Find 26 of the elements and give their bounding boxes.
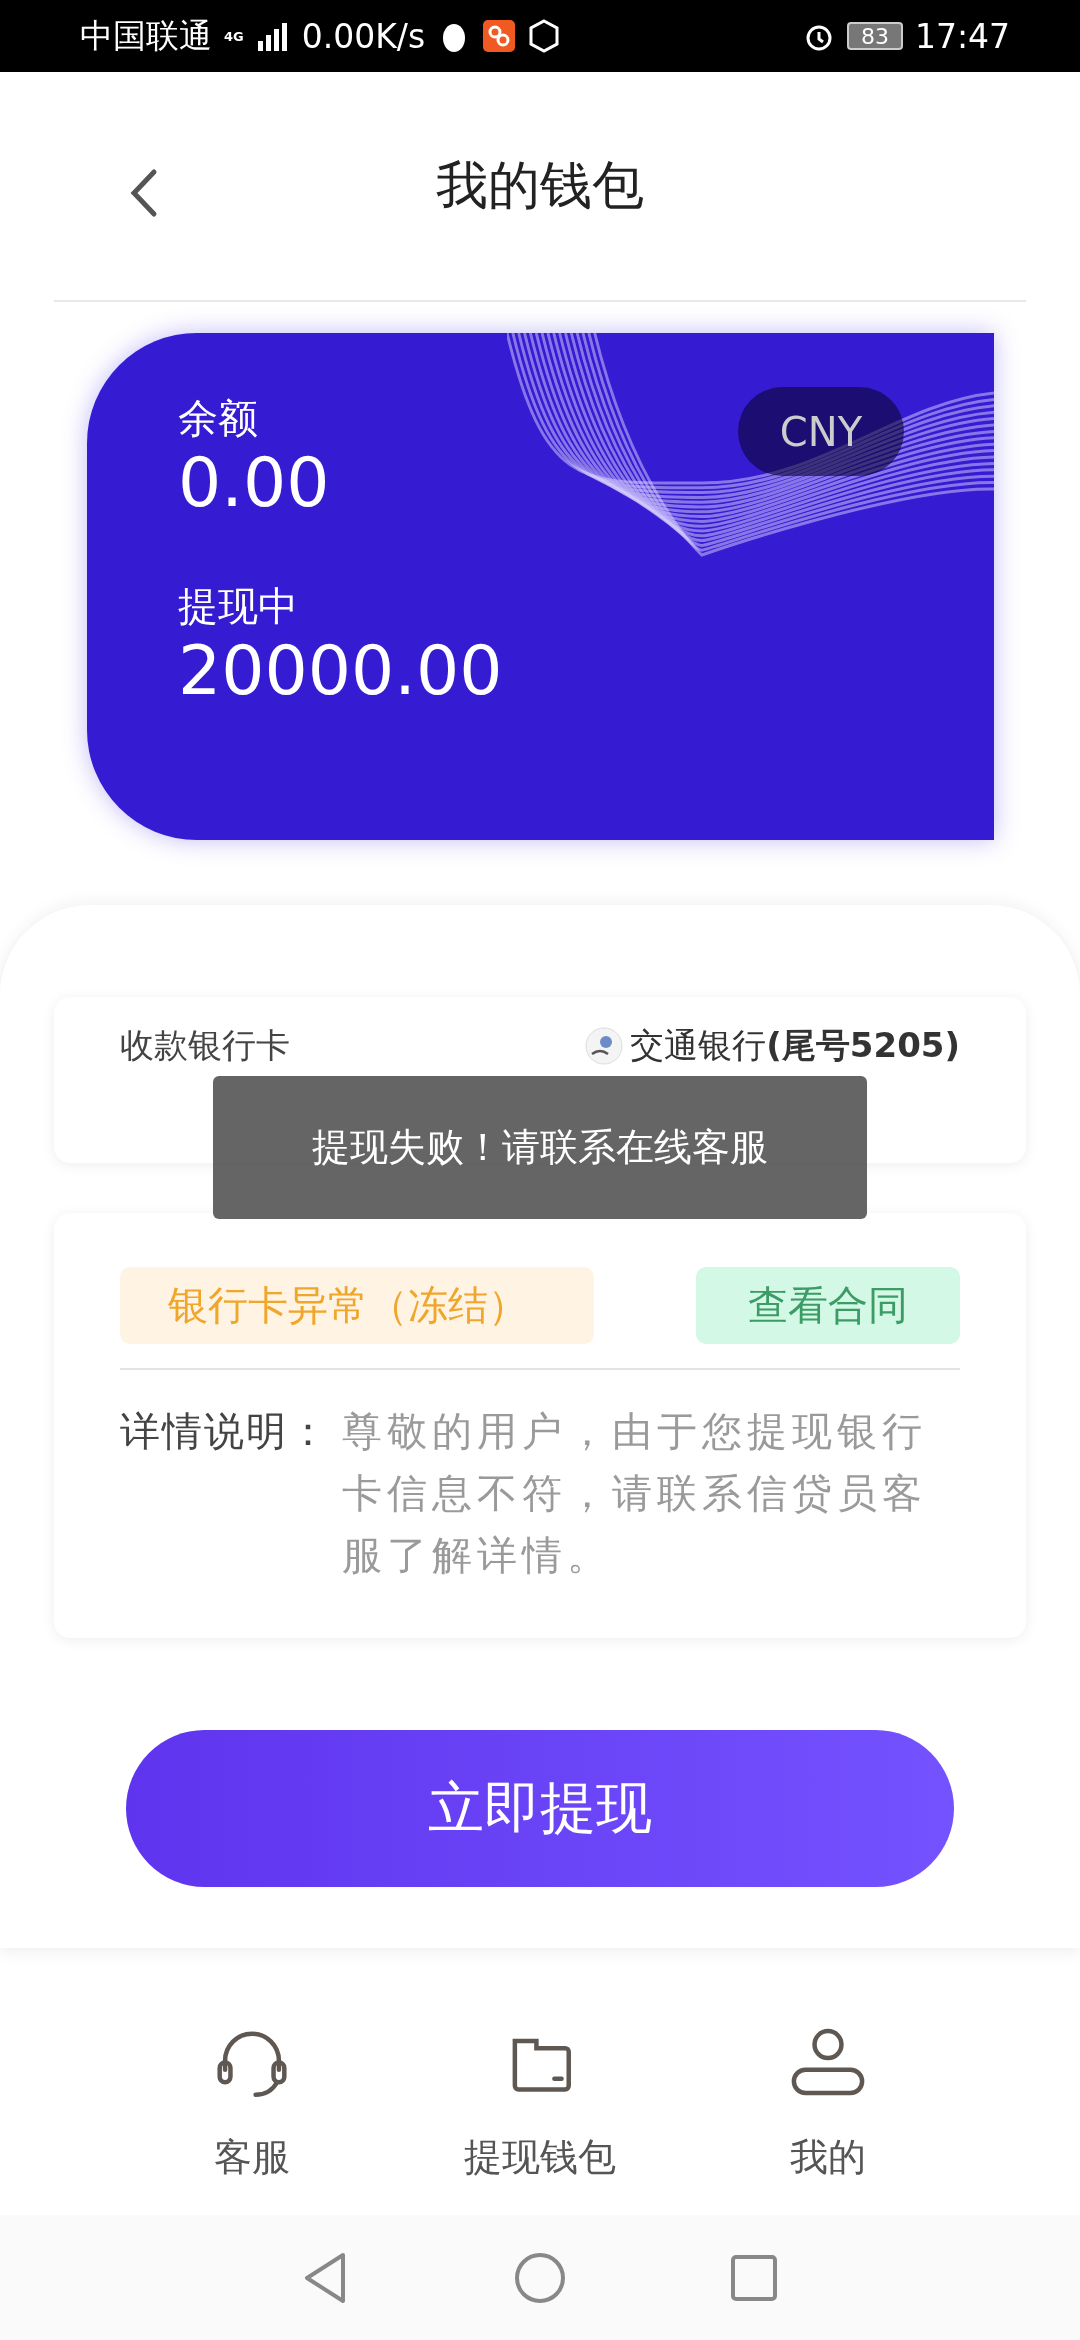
back-icon <box>128 168 158 218</box>
balance-label: 余额 <box>178 394 258 443</box>
network-text: 4G <box>224 29 244 43</box>
details-label: 详情说明： <box>120 1407 330 1456</box>
bank-card-label: 收款银行卡 <box>120 1024 290 1067</box>
balance-amount: 0.00 <box>178 443 330 523</box>
details-text: 尊敬的用户，由于您提现银行卡信息不符，请联系信贷员客服了解详情。 <box>342 1407 928 1580</box>
pending-label: 提现中 <box>178 582 298 631</box>
toast-message: 提现失败！请联系在线客服 <box>213 1076 867 1219</box>
nav-tab[interactable]: 提现钱包 <box>396 2023 684 2183</box>
signal-icon <box>255 21 290 51</box>
pending-amount: 20000.00 <box>178 631 503 711</box>
app-icon <box>483 20 516 52</box>
page-title: 我的钱包 <box>436 154 644 217</box>
home-icon[interactable] <box>514 2251 566 2304</box>
nav-tab[interactable]: 我的 <box>684 2023 972 2183</box>
carrier-text: 中国联通 <box>80 14 212 57</box>
status-tag: 银行卡异常（冻结） <box>120 1267 594 1344</box>
currency-badge: CNY <box>738 387 904 476</box>
speed-text: 0.00K/s <box>301 16 426 56</box>
bank-card-value: 交通银行(尾号5205) <box>630 1024 960 1067</box>
time-text: 17:47 <box>914 16 1010 56</box>
withdraw-button[interactable]: 立即提现 <box>126 1730 954 1887</box>
battery-icon: 83 <box>846 22 903 50</box>
recents-icon[interactable] <box>731 2254 777 2301</box>
nav-tab[interactable]: 客服 <box>108 2023 396 2183</box>
